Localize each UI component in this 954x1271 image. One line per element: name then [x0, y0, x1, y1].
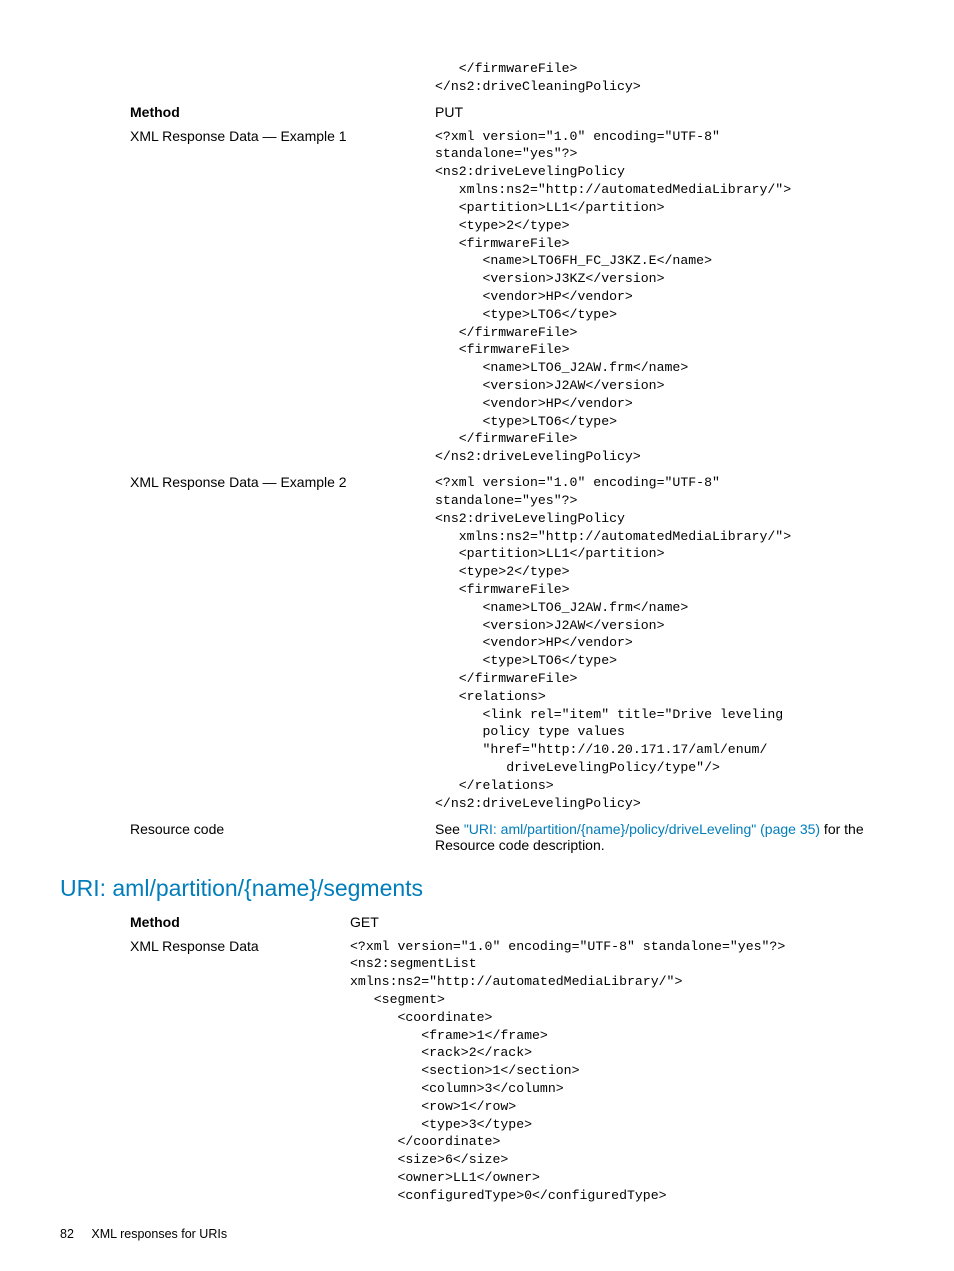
table-row: XML Response Data <?xml version="1.0" en… [60, 934, 894, 1209]
label-xml-ex2: XML Response Data — Example 2 [130, 474, 347, 490]
code-block: <?xml version="1.0" encoding="UTF-8" sta… [435, 128, 894, 466]
resource-link[interactable]: "URI: aml/partition/{name}/policy/driveL… [464, 821, 820, 837]
resource-prefix: See [435, 821, 464, 837]
code-block: <?xml version="1.0" encoding="UTF-8" sta… [350, 938, 894, 1205]
table-section1: </firmwareFile> </ns2:driveCleaningPolic… [60, 56, 894, 857]
footer-title: XML responses for URIs [91, 1227, 227, 1241]
value-method: PUT [435, 104, 463, 120]
resource-code-text: See "URI: aml/partition/{name}/policy/dr… [435, 821, 864, 853]
label-xml-resp2: XML Response Data [130, 938, 259, 954]
page-footer: 82 XML responses for URIs [60, 1227, 227, 1241]
code-block: <?xml version="1.0" encoding="UTF-8" sta… [435, 474, 894, 812]
value-method2: GET [350, 914, 379, 930]
page-number: 82 [60, 1227, 74, 1241]
table-section2: Method GET XML Response Data <?xml versi… [60, 910, 894, 1209]
heading-uri-segments: URI: aml/partition/{name}/segments [60, 875, 894, 902]
label-xml-ex1: XML Response Data — Example 1 [130, 128, 347, 144]
label-method: Method [130, 104, 180, 120]
page-body: </firmwareFile> </ns2:driveCleaningPolic… [0, 0, 954, 1209]
table-row: XML Response Data — Example 1 <?xml vers… [60, 124, 894, 470]
table-row: XML Response Data — Example 2 <?xml vers… [60, 470, 894, 816]
table-row: Resource code See "URI: aml/partition/{n… [60, 817, 894, 857]
table-row: Method GET [60, 910, 894, 934]
code-block: </firmwareFile> </ns2:driveCleaningPolic… [435, 60, 894, 96]
label-resource-code: Resource code [130, 821, 224, 837]
label-method2: Method [130, 914, 180, 930]
table-row: </firmwareFile> </ns2:driveCleaningPolic… [60, 56, 894, 100]
table-row: Method PUT [60, 100, 894, 124]
